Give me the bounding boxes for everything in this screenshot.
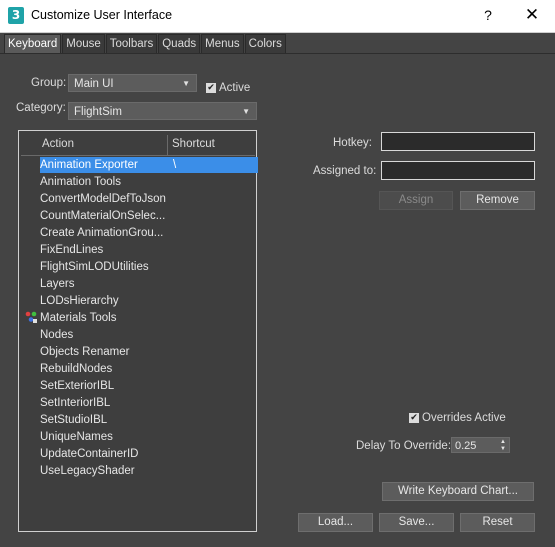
group-value: Main UI [74, 78, 114, 90]
tab-quads[interactable]: Quads [158, 34, 201, 53]
column-action[interactable]: Action [42, 133, 74, 155]
list-item[interactable]: Layers [40, 276, 258, 292]
list-item[interactable]: UpdateContainerID [40, 446, 258, 462]
category-dropdown[interactable]: FlightSim ▼ [68, 102, 257, 120]
list-item[interactable]: RebuildNodes [40, 361, 258, 377]
reset-button[interactable]: Reset [460, 513, 535, 532]
list-item[interactable]: SetInteriorIBL [40, 395, 258, 411]
hotkey-input[interactable] [381, 132, 535, 151]
chevron-down-icon: ▼ [182, 79, 190, 88]
hotkey-label: Hotkey: [333, 137, 372, 149]
delay-value: 0.25 [455, 440, 477, 452]
assigned-to-label: Assigned to: [313, 165, 377, 177]
delay-spinner[interactable]: 0.25 ▲ ▼ [451, 437, 510, 453]
title-bar: 3 Customize User Interface ? ✕ [0, 0, 555, 33]
assign-button[interactable]: Assign [379, 191, 453, 210]
column-shortcut[interactable]: Shortcut [172, 133, 215, 155]
overrides-label: Overrides Active [422, 412, 506, 424]
list-item[interactable]: Animation Tools [40, 174, 258, 190]
list-item-label: Animation Exporter [40, 159, 138, 171]
delay-label: Delay To Override: [356, 440, 452, 452]
help-button[interactable]: ? [478, 5, 498, 25]
list-item[interactable]: Create AnimationGrou... [40, 225, 258, 241]
overrides-checkbox[interactable]: ✔ [409, 413, 419, 423]
list-item[interactable]: SetStudioIBL [40, 412, 258, 428]
list-item[interactable]: UseLegacyShader [40, 463, 258, 479]
shortcut-value: \ [173, 159, 177, 171]
write-keyboard-chart-button[interactable]: Write Keyboard Chart... [382, 482, 534, 501]
remove-button[interactable]: Remove [460, 191, 535, 210]
assigned-to-field[interactable] [381, 161, 535, 180]
list-item[interactable]: Objects Renamer [40, 344, 258, 360]
active-label: Active [219, 82, 251, 94]
list-item[interactable]: SetExteriorIBL [40, 378, 258, 394]
list-item[interactable]: CountMaterialOnSelec... [40, 208, 258, 224]
material-icon [25, 311, 37, 323]
list-item[interactable]: LODsHierarchy [40, 293, 258, 309]
tab-strip: Keyboard Mouse Toolbars Quads Menus Colo… [4, 34, 287, 54]
spinner-arrows-icon[interactable]: ▲ ▼ [500, 438, 506, 453]
close-button[interactable]: ✕ [521, 5, 543, 25]
list-item[interactable]: Animation Exporter \ [40, 157, 258, 173]
load-button[interactable]: Load... [298, 513, 373, 532]
category-value: FlightSim [74, 106, 122, 118]
app-icon: 3 [8, 7, 24, 24]
group-dropdown[interactable]: Main UI ▼ [68, 74, 197, 92]
tab-colors[interactable]: Colors [244, 34, 286, 53]
tab-mouse[interactable]: Mouse [62, 34, 105, 53]
list-item[interactable]: Nodes [40, 327, 258, 343]
chevron-down-icon: ▼ [242, 107, 250, 116]
tab-menus[interactable]: Menus [201, 34, 244, 53]
list-header: Action Shortcut [21, 133, 255, 156]
list-item[interactable]: UniqueNames [40, 429, 258, 445]
column-divider [167, 135, 168, 155]
action-list[interactable]: Action Shortcut Animation Exporter \ Ani… [18, 130, 258, 532]
tab-divider [0, 53, 555, 54]
category-label: Category: [16, 102, 66, 114]
list-item[interactable]: ConvertModelDefToJson [40, 191, 258, 207]
save-button[interactable]: Save... [379, 513, 454, 532]
tab-toolbars[interactable]: Toolbars [105, 34, 158, 53]
active-checkbox[interactable]: ✔ [206, 83, 216, 93]
list-item[interactable]: FixEndLines [40, 242, 258, 258]
list-item[interactable]: Materials Tools [40, 310, 258, 326]
list-item[interactable]: FlightSimLODUtilities [40, 259, 258, 275]
tab-keyboard[interactable]: Keyboard [4, 34, 62, 54]
window-title: Customize User Interface [31, 8, 173, 22]
group-label: Group: [31, 77, 67, 89]
